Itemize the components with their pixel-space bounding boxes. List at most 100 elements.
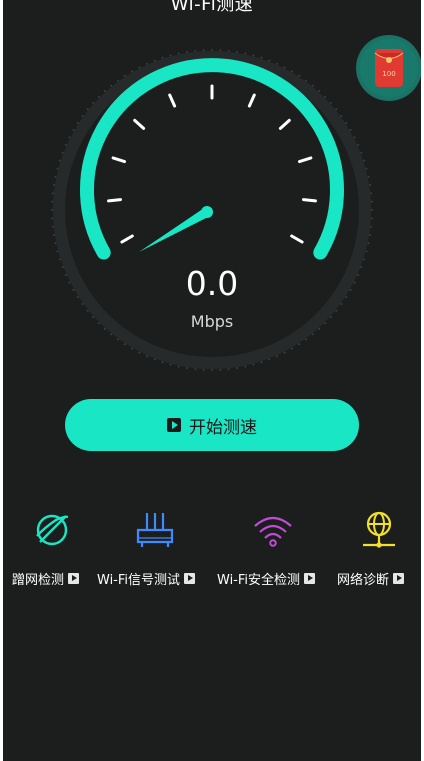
gauge-dot: [291, 347, 293, 350]
gauge-dot: [363, 258, 366, 261]
gauge-dot: [177, 52, 180, 55]
gauge-dot: [268, 59, 271, 62]
gauge-dot: [371, 209, 373, 211]
gauge-dot: [153, 59, 156, 62]
tool-item-security-check[interactable]: Wi-Fi安全检测: [217, 569, 316, 588]
gauge-dot: [92, 101, 95, 104]
gauge-dot: [211, 49, 213, 51]
globe-network-icon[interactable]: [357, 508, 401, 552]
gauge-dot: [298, 343, 301, 346]
start-test-label: 开始测速: [189, 417, 257, 438]
gauge-dot: [186, 367, 188, 369]
gauge-dot: [153, 358, 156, 361]
gauge-dot: [202, 49, 205, 52]
screen: Wi-Fi测速 100 0.0 Mbps 开始测速 蹭网检测 Wi-Fi信号测试…: [3, 0, 421, 761]
gauge-dot: [186, 51, 188, 53]
tool-item-anti-leech[interactable]: 蹭网检测: [12, 569, 80, 588]
gauge-dot: [202, 368, 205, 371]
gauge-dot: [363, 159, 366, 162]
gauge-dot: [291, 70, 293, 73]
planet-icon[interactable]: [30, 508, 74, 552]
gauge-dot: [370, 200, 373, 203]
gauge-dot: [177, 365, 180, 368]
gauge-dot: [236, 51, 238, 53]
gauge-dot: [138, 66, 141, 69]
play-icon: [167, 418, 181, 432]
gauge-dot: [194, 49, 197, 52]
gauge-dot: [169, 363, 172, 366]
gauge-dot: [252, 54, 255, 57]
gauge-dot: [227, 49, 230, 52]
play-icon: [393, 573, 405, 584]
gauge-dot: [51, 225, 54, 228]
gauge-dot: [54, 175, 57, 178]
gauge-tick: [107, 198, 122, 203]
gauge-needle: [139, 207, 210, 252]
gauge-dot: [51, 209, 53, 211]
gauge-dot: [370, 217, 373, 220]
gauge-tick: [133, 118, 146, 130]
gauge-dot: [276, 62, 279, 65]
tool-item-network-diagnosis[interactable]: 网络诊断: [337, 569, 405, 588]
gauge-tick: [298, 156, 313, 164]
gauge-dot: [260, 361, 263, 364]
gauge-dot: [244, 365, 247, 368]
gauge-dot: [169, 54, 172, 57]
tool-label: 网络诊断: [337, 573, 390, 588]
gauge-hub: [201, 206, 213, 218]
gauge-dot: [367, 242, 370, 245]
gauge-dot: [370, 225, 373, 228]
gauge-dot: [54, 242, 57, 245]
gauge-tick: [278, 118, 291, 130]
gauge-dot: [53, 234, 55, 236]
speed-value: 0.0: [185, 264, 239, 303]
tool-label: Wi-Fi信号测试: [97, 573, 181, 588]
tool-label: 蹭网检测: [12, 573, 65, 588]
gauge-dot: [58, 159, 61, 162]
tool-label: Wi-Fi安全检测: [217, 573, 301, 588]
gauge-dot: [131, 347, 133, 350]
gauge-tick: [290, 234, 304, 244]
play-icon: [304, 573, 316, 584]
gauge-dot: [194, 368, 197, 371]
gauge-ticks: [107, 84, 317, 244]
gauge-dot: [219, 368, 222, 371]
gauge-dot: [161, 56, 164, 59]
gauge-dot: [103, 90, 106, 93]
gauge-dot: [276, 355, 279, 358]
gauge-dot: [236, 367, 238, 369]
start-test-button[interactable]: 开始测速: [65, 399, 359, 451]
gauge-dot: [370, 192, 373, 195]
gauge-dot: [345, 121, 348, 124]
gauge-dot: [318, 90, 321, 93]
gauge-dot: [349, 129, 352, 131]
gauge-dot: [252, 363, 255, 366]
gauge-dot: [219, 49, 222, 52]
tool-item-signal-test[interactable]: Wi-Fi信号测试: [97, 569, 196, 588]
gauge-dot: [369, 184, 371, 186]
gauge-dot: [123, 343, 126, 346]
gauge-dot: [244, 52, 247, 55]
gauge-dot: [64, 143, 67, 146]
gauge-dot: [72, 129, 75, 131]
gauge-dot: [357, 143, 360, 146]
gauge-tick: [302, 198, 317, 203]
gauge-tick: [111, 156, 126, 164]
gauge-dot: [58, 258, 61, 261]
wifi-icon[interactable]: [251, 508, 295, 552]
gauge-dot: [369, 234, 371, 236]
gauge-dot: [367, 175, 370, 178]
play-icon: [68, 573, 80, 584]
gauge-dot: [329, 101, 332, 104]
gauge-dot: [76, 121, 79, 124]
gauge-tick: [247, 93, 256, 108]
router-icon[interactable]: [133, 508, 177, 552]
gauge-tick: [120, 234, 134, 244]
speed-gauge: [51, 49, 373, 371]
gauge-dot: [283, 66, 286, 69]
gauge-dot: [51, 217, 54, 220]
gauge-dot: [365, 250, 368, 253]
gauge-dot: [283, 351, 286, 354]
gauge-dot: [138, 351, 141, 354]
gauge-dot: [365, 167, 368, 170]
